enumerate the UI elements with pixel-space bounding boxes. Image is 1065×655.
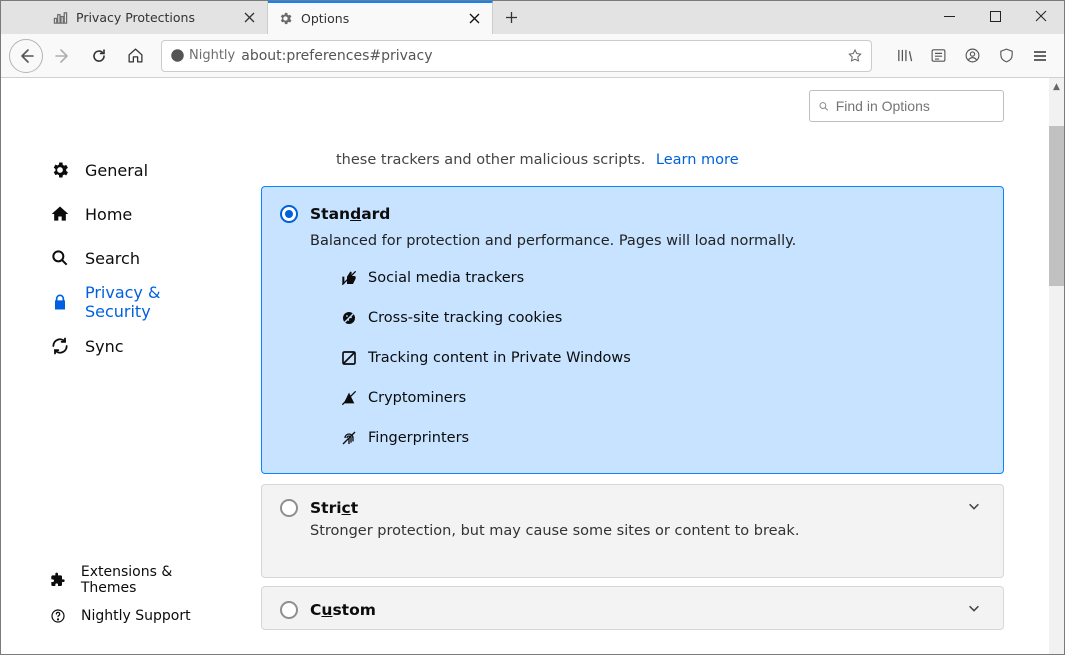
protection-item-fingerprinters: Fingerprinters [340, 429, 983, 447]
scroll-thumb[interactable] [1049, 126, 1064, 286]
app-menu-button[interactable] [1024, 40, 1056, 72]
window-controls [926, 1, 1064, 31]
dashboard-icon [53, 10, 68, 25]
sidebar-item-home[interactable]: Home [1, 192, 231, 236]
gear-icon [278, 11, 293, 26]
puzzle-icon [49, 571, 67, 589]
radio-standard[interactable] [280, 205, 298, 223]
find-in-options-input[interactable] [836, 98, 995, 114]
card-desc-strict: Stronger protection, but may cause some … [310, 523, 983, 539]
help-icon [49, 607, 67, 625]
protection-item-label: Social media trackers [368, 270, 524, 286]
preferences-main: these trackers and other malicious scrip… [231, 78, 1064, 654]
sidebar-item-label: Privacy & Security [85, 283, 231, 321]
titlebar: Privacy Protections Options [1, 1, 1064, 34]
search-icon [49, 247, 71, 269]
new-tab-button[interactable] [493, 1, 529, 34]
learn-more-link[interactable]: Learn more [656, 152, 739, 168]
protection-item-social: Social media trackers [340, 269, 983, 287]
protection-list: Social media trackers Cross-site trackin… [340, 269, 983, 447]
fingerprint-icon [340, 429, 358, 447]
firefox-icon [170, 48, 185, 63]
intro-text: these trackers and other malicious scrip… [336, 152, 645, 168]
chevron-down-icon [967, 499, 981, 513]
home-button[interactable] [119, 40, 151, 72]
shield-button[interactable] [990, 40, 1022, 72]
tab-close-button[interactable] [241, 10, 257, 26]
protection-level-custom[interactable]: Custom [261, 586, 1004, 630]
account-button[interactable] [956, 40, 988, 72]
tab-options[interactable]: Options [268, 1, 493, 34]
section-intro: these trackers and other malicious scrip… [336, 152, 1004, 168]
protection-item-label: Tracking content in Private Windows [368, 350, 631, 366]
url-text: about:preferences#privacy [241, 48, 841, 64]
search-icon [818, 100, 830, 113]
protection-item-cookies: Cross-site tracking cookies [340, 309, 983, 327]
tab-close-button[interactable] [466, 11, 482, 27]
sidebar-item-label: General [85, 161, 148, 180]
scroll-up-arrow[interactable]: ▲ [1049, 78, 1064, 95]
channel-label: Nightly [189, 48, 235, 63]
sidebar-item-label: Home [85, 205, 132, 224]
sidebar-support[interactable]: Nightly Support [1, 598, 231, 634]
sidebar-extensions[interactable]: Extensions & Themes [1, 562, 231, 598]
sidebar-item-label: Search [85, 249, 140, 268]
urlbar[interactable]: Nightly about:preferences#privacy [161, 40, 872, 72]
sync-icon [49, 335, 71, 357]
crypto-icon [340, 389, 358, 407]
radio-strict[interactable] [280, 499, 298, 517]
reader-view-button[interactable] [922, 40, 954, 72]
card-title-strict: Strict [310, 499, 358, 517]
bookmark-star-button[interactable] [847, 48, 863, 64]
tabs-prefix-spacer [1, 1, 43, 34]
sidebar-footer-label: Nightly Support [81, 608, 191, 624]
lock-icon [49, 291, 71, 313]
tab-title: Options [301, 11, 458, 26]
vertical-scrollbar[interactable]: ▲ [1049, 78, 1064, 654]
chevron-down-icon [967, 601, 981, 615]
protection-item-label: Fingerprinters [368, 430, 469, 446]
library-button[interactable] [888, 40, 920, 72]
sidebar-item-search[interactable]: Search [1, 236, 231, 280]
sidebar-item-privacy[interactable]: Privacy & Security [1, 280, 231, 324]
toolbar-right [888, 40, 1056, 72]
card-desc-standard: Balanced for protection and performance.… [310, 233, 983, 249]
sidebar-item-sync[interactable]: Sync [1, 324, 231, 368]
identity-box[interactable]: Nightly [170, 48, 235, 63]
sidebar-item-general[interactable]: General [1, 148, 231, 192]
tracking-icon [340, 349, 358, 367]
card-title-custom: Custom [310, 601, 376, 619]
protection-item-label: Cross-site tracking cookies [368, 310, 562, 326]
protection-item-label: Cryptominers [368, 390, 466, 406]
protection-item-cryptominers: Cryptominers [340, 389, 983, 407]
protection-level-strict[interactable]: Strict Stronger protection, but may caus… [261, 484, 1004, 578]
maximize-button[interactable] [972, 1, 1018, 31]
protection-item-tracking: Tracking content in Private Windows [340, 349, 983, 367]
content-area: General Home Search Privacy & Security S… [1, 78, 1064, 654]
card-title-standard: Standard [310, 205, 390, 223]
radio-custom[interactable] [280, 601, 298, 619]
reload-button[interactable] [83, 40, 115, 72]
nav-toolbar: Nightly about:preferences#privacy [1, 34, 1064, 78]
sidebar-footer-label: Extensions & Themes [81, 564, 231, 596]
tab-privacy-protections[interactable]: Privacy Protections [43, 1, 268, 34]
find-in-options-search[interactable] [809, 90, 1004, 122]
preferences-sidebar: General Home Search Privacy & Security S… [1, 78, 231, 654]
sidebar-item-label: Sync [85, 337, 124, 356]
close-window-button[interactable] [1018, 1, 1064, 31]
cookie-icon [340, 309, 358, 327]
thumb-icon [340, 269, 358, 287]
back-button[interactable] [9, 39, 43, 73]
minimize-button[interactable] [926, 1, 972, 31]
home-icon [49, 203, 71, 225]
tab-title: Privacy Protections [76, 10, 233, 25]
forward-button[interactable] [47, 40, 79, 72]
protection-level-standard[interactable]: Standard Balanced for protection and per… [261, 186, 1004, 474]
gear-icon [49, 159, 71, 181]
